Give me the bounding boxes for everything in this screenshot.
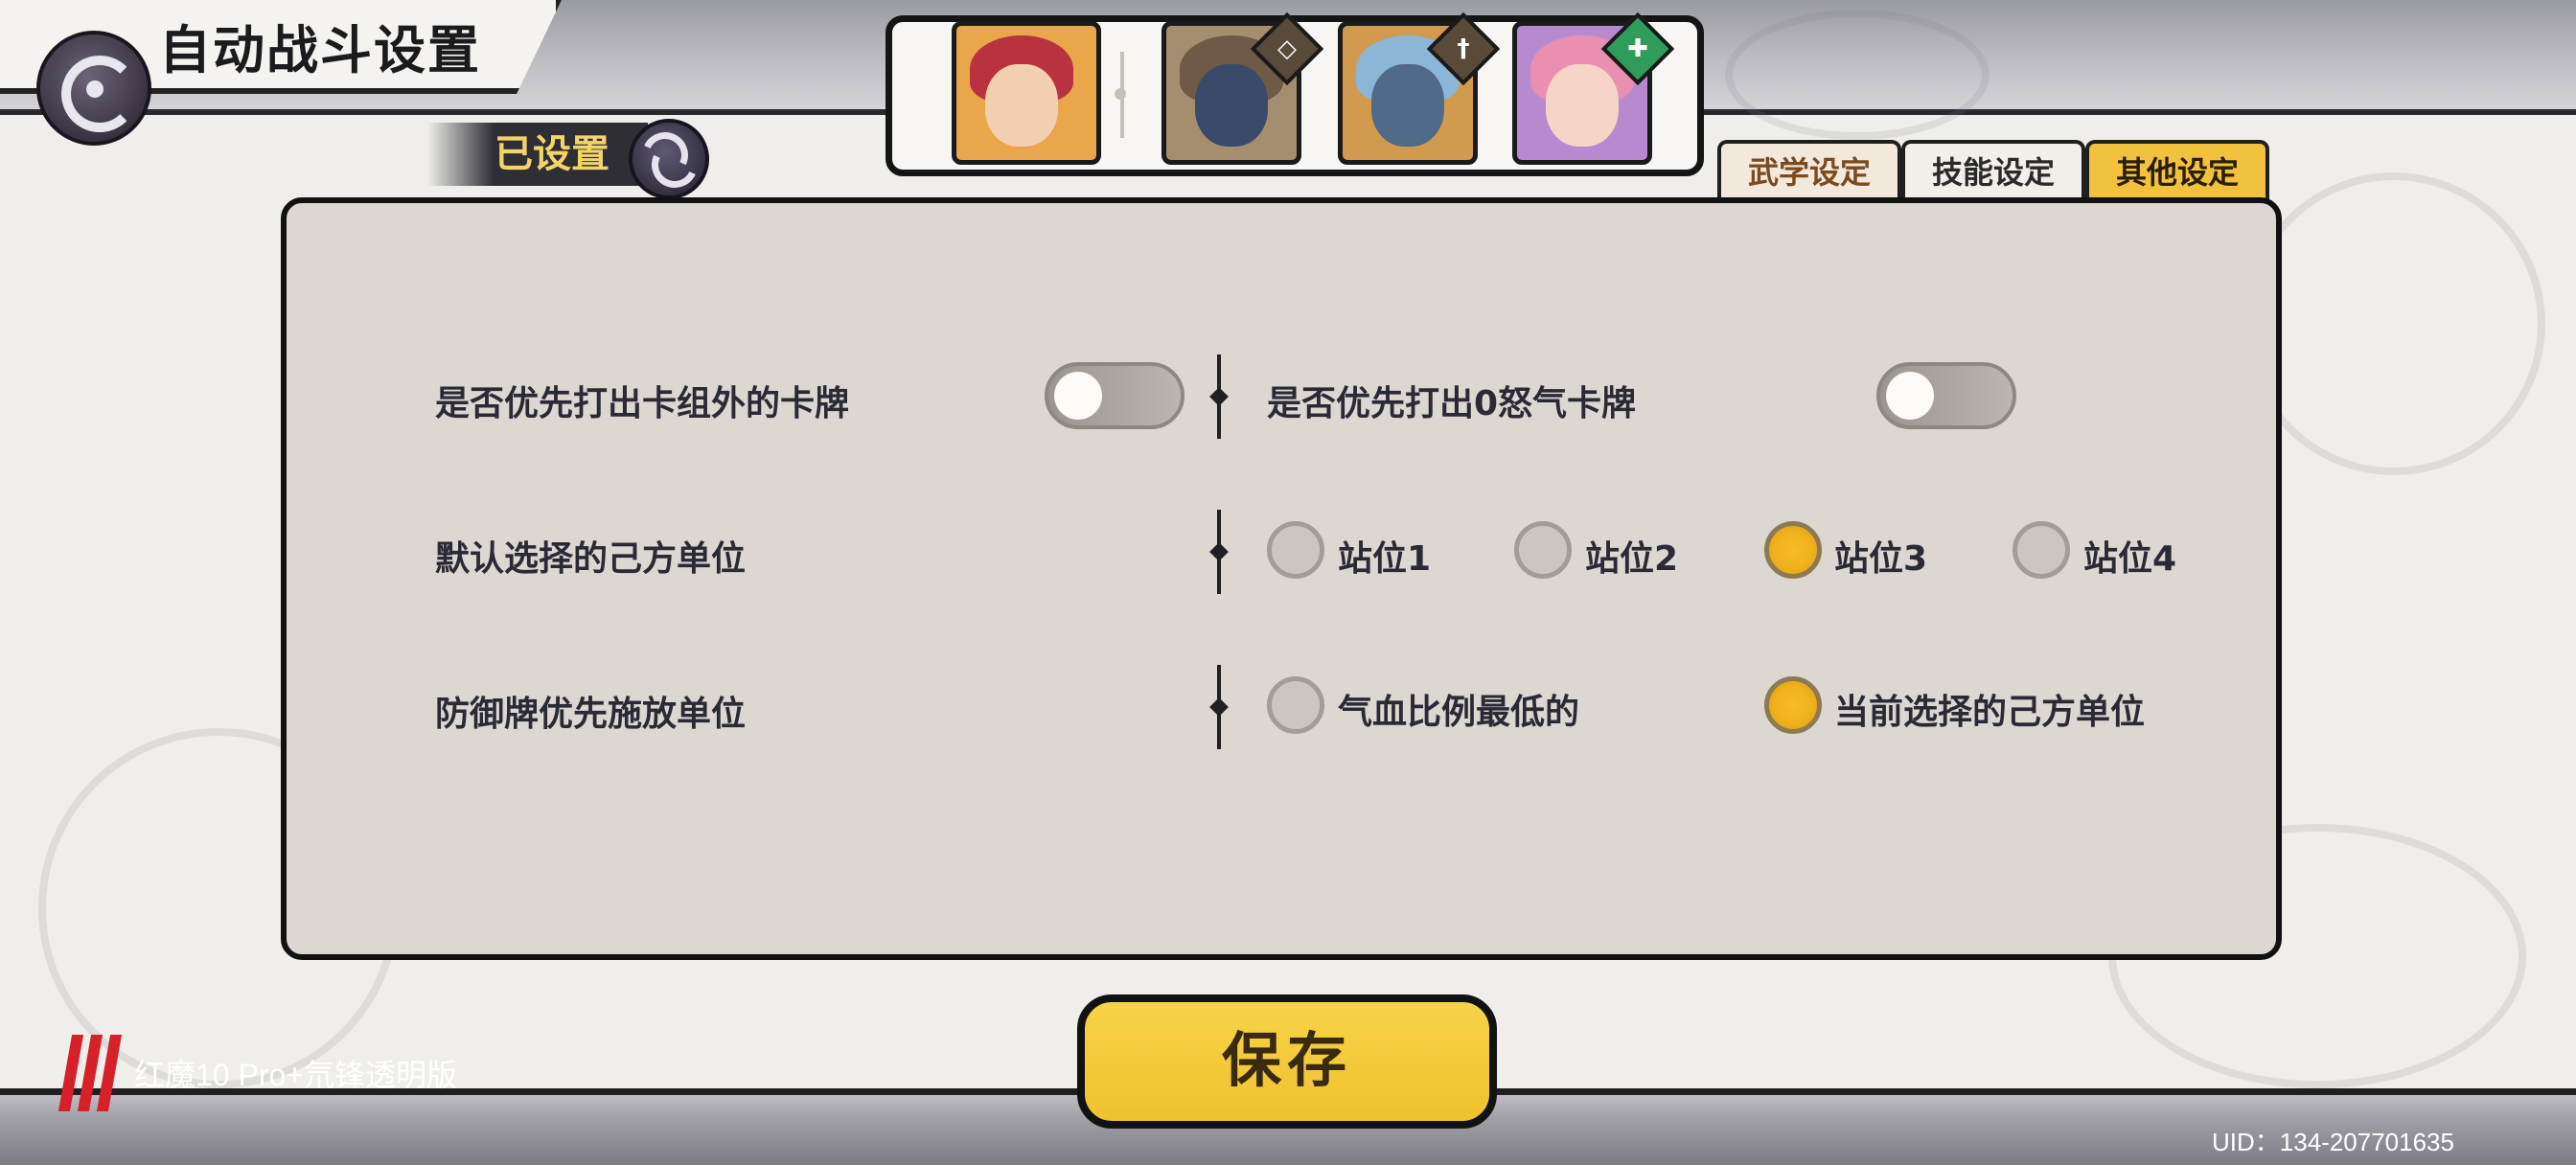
tab-other-settings[interactable]: 其他设定	[2085, 140, 2269, 203]
toggle-knob	[1054, 372, 1102, 420]
current-unit-label: 当前选择的己方单位	[1834, 693, 2146, 732]
position-4-label: 站位4	[2083, 539, 2177, 579]
cloud-decor	[2242, 172, 2545, 475]
position-3-radio[interactable]	[1764, 521, 1822, 579]
default-unit-label: 默认选择的己方单位	[435, 539, 747, 579]
column-divider	[1217, 510, 1221, 594]
portrait-face	[985, 64, 1058, 147]
position-3-label: 站位3	[1834, 539, 1928, 579]
toggle-knob	[1886, 372, 1934, 420]
tab-skill-settings[interactable]: 技能设定	[1901, 140, 2085, 203]
character-separator	[1115, 52, 1126, 138]
position-2-label: 站位2	[1585, 539, 1679, 579]
save-button[interactable]: 保存	[1077, 994, 1497, 1129]
uid-label: UID：134-207701635	[2212, 1128, 2454, 1156]
position-2-radio[interactable]	[1514, 521, 1572, 579]
column-divider	[1217, 665, 1221, 749]
lowest-hp-label: 气血比例最低的	[1338, 693, 1580, 732]
back-icon-dot	[86, 80, 104, 98]
back-button[interactable]	[36, 31, 151, 146]
out-deck-priority-toggle[interactable]	[1045, 362, 1184, 429]
portrait-face	[1371, 64, 1444, 147]
out-deck-priority-label: 是否优先打出卡组外的卡牌	[435, 384, 850, 423]
position-4-radio[interactable]	[2012, 521, 2070, 579]
zero-rage-priority-toggle[interactable]	[1876, 362, 2016, 429]
page-title: 自动战斗设置	[159, 20, 481, 80]
portrait-face	[1546, 64, 1619, 147]
current-unit-radio[interactable]	[1764, 676, 1822, 734]
portrait-face	[1195, 64, 1268, 147]
position-1-label: 站位1	[1338, 539, 1432, 579]
column-divider	[1217, 354, 1221, 439]
position-1-radio[interactable]	[1267, 521, 1324, 579]
device-watermark-text: 红魔10 Pro+氘锋透明版	[134, 1058, 457, 1092]
zero-rage-priority-label: 是否优先打出0怒气卡牌	[1267, 384, 1637, 423]
cloud-decor	[1725, 10, 1990, 140]
swap-preset-button[interactable]	[629, 119, 709, 199]
device-watermark: 红魔10 Pro+氘锋透明版	[58, 1025, 457, 1121]
preset-status-label: 已设置	[427, 123, 648, 186]
tab-martial-settings[interactable]: 武学设定	[1717, 140, 1901, 203]
redmagic-logo-icon	[58, 1025, 126, 1121]
character-portrait-1[interactable]	[952, 21, 1101, 165]
lowest-hp-radio[interactable]	[1267, 676, 1324, 734]
defense-target-label: 防御牌优先施放单位	[435, 695, 747, 734]
